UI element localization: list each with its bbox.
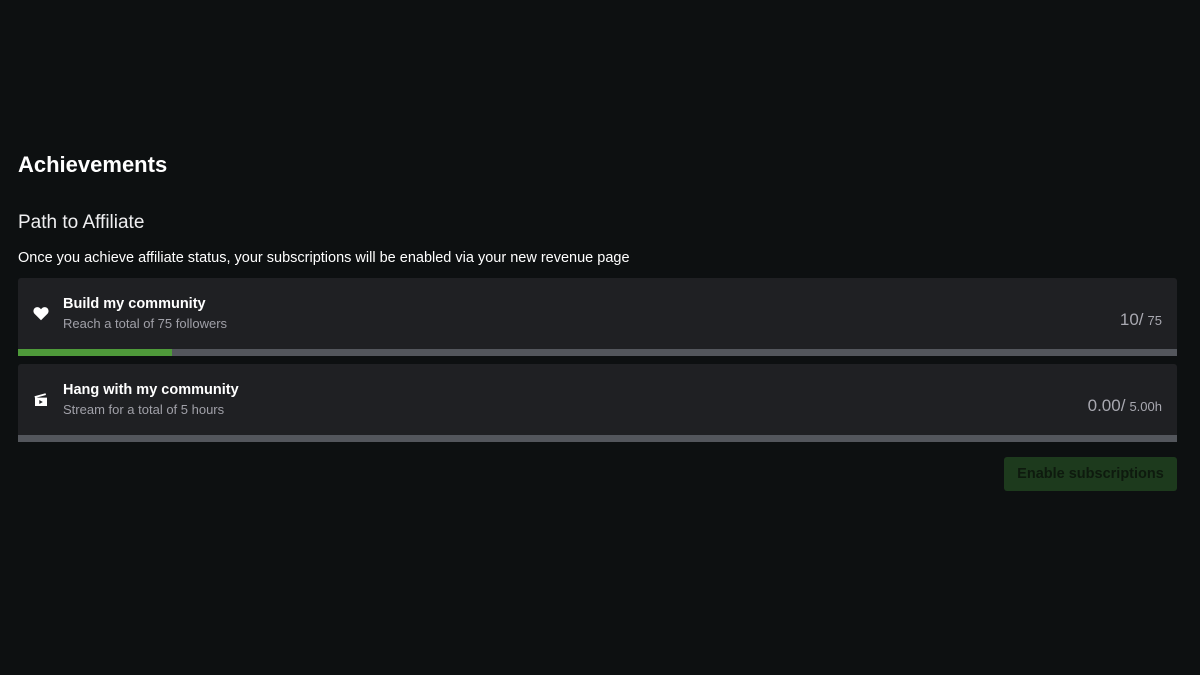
achievement-text: Hang with my community Stream for a tota… (63, 380, 239, 419)
section-title: Path to Affiliate (18, 212, 145, 233)
progress-bar-fill (18, 349, 173, 356)
progress-target: 5.00h (1129, 399, 1162, 414)
achievement-description: Reach a total of 75 followers (63, 316, 228, 331)
section-description: Once you achieve affiliate status, your … (18, 250, 630, 266)
achievements-content: Achievements Path to Affiliate Once you … (18, 150, 1177, 491)
enable-subscriptions-button[interactable]: Enable subscriptions (1004, 457, 1177, 491)
progress-bar-track (18, 435, 1177, 442)
achievement-progress-text: 10/75 (1120, 310, 1162, 330)
camera-icon (32, 390, 50, 408)
actions-row: Enable subscriptions (18, 457, 1177, 491)
heart-icon (32, 304, 50, 322)
progress-bar-track (18, 349, 1177, 356)
progress-slash: / (1138, 310, 1144, 329)
progress-target: 75 (1147, 313, 1162, 328)
achievement-name: Build my community (63, 296, 206, 312)
achievement-text: Build my community Reach a total of 75 f… (63, 294, 227, 333)
achievements-page: Achievements Path to Affiliate Once you … (0, 0, 1200, 675)
progress-slash: / (1120, 396, 1126, 415)
progress-current: 10 (1119, 310, 1139, 329)
page-title: Achievements (18, 152, 168, 177)
progress-current: 0.00 (1087, 396, 1121, 415)
achievement-description: Stream for a total of 5 hours (63, 402, 225, 417)
achievement-card-build-community: Build my community Reach a total of 75 f… (18, 278, 1177, 356)
achievement-name: Hang with my community (63, 382, 239, 398)
achievement-progress-text: 0.00/5.00h (1088, 396, 1162, 416)
achievement-card-hang-community: Hang with my community Stream for a tota… (18, 364, 1177, 442)
